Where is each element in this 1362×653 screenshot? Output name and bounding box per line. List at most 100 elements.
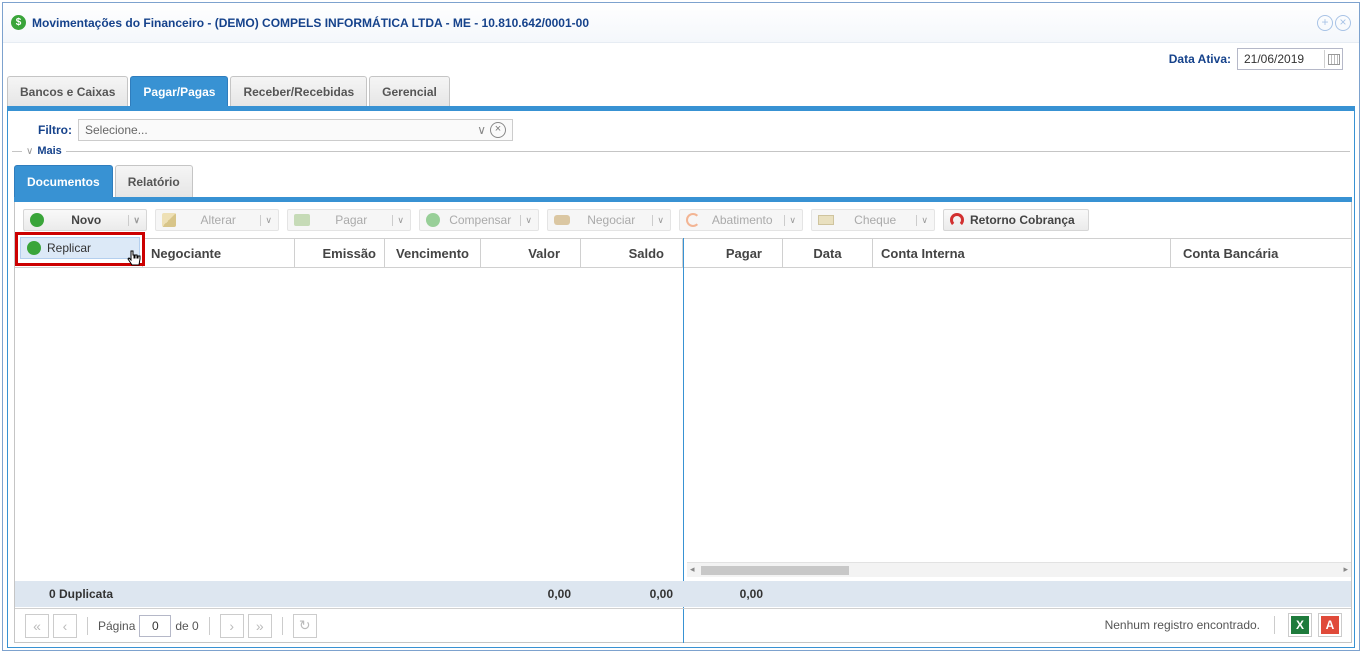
page-label: Página [98,618,136,633]
scroll-right-icon[interactable]: ▸ [1343,564,1348,575]
pager-right: Nenhum registro encontrado. X A [1104,613,1342,637]
retorno-cobranca-label: Retorno Cobrança [970,213,1075,227]
summary-count: 0 Duplicata [49,587,114,601]
pagar-panel: Filtro: Selecione... ∨ × ∨ Mais Document… [7,111,1355,648]
last-page-icon[interactable]: » [247,613,272,638]
chevron-down-icon[interactable]: ∨ [477,123,486,137]
chevron-down-icon: ∨ [26,145,34,157]
summary-row: 0 Duplicata 0,00 0,00 0,00 [15,581,1351,607]
prev-page-icon[interactable]: ‹ [53,613,77,638]
abatimento-button[interactable]: Abatimento ∨ [679,209,803,231]
main-tabs: Bancos e Caixas Pagar/Pagas Receber/Rece… [7,76,450,106]
tab-receber-recebidas[interactable]: Receber/Recebidas [230,76,368,106]
column-conta-bancaria[interactable]: Conta Bancária [1171,239,1341,267]
hand-cursor-icon [127,250,141,266]
column-emissao[interactable]: Emissão [295,239,385,267]
retorno-cobranca-button[interactable]: Retorno Cobrança [943,209,1089,231]
add-icon [30,213,44,227]
tab-gerencial[interactable]: Gerencial [369,76,450,106]
grid-toolbar: Novo ∨ Alterar ∨ Pagar ∨ Compensar ∨ Neg… [15,202,1351,238]
novo-label: Novo [71,213,102,227]
chevron-down-icon[interactable]: ∨ [260,214,272,226]
dollar-icon: $ [11,15,26,30]
calendar-icon[interactable] [1324,50,1342,68]
pager-status: Nenhum registro encontrado. [1104,618,1260,632]
active-date-label: Data Ativa: [1168,52,1231,66]
alterar-label: Alterar [200,213,236,227]
alterar-button[interactable]: Alterar ∨ [155,209,279,231]
refresh-icon [686,213,700,227]
column-vencimento[interactable]: Vencimento [385,239,481,267]
chevron-down-icon[interactable]: ∨ [784,214,796,226]
compensar-button[interactable]: Compensar ∨ [419,209,539,231]
tab-bancos-caixas[interactable]: Bancos e Caixas [7,76,129,106]
compensar-label: Compensar [449,213,512,227]
pagar-button[interactable]: Pagar ∨ [287,209,411,231]
page-count: de 0 [175,618,199,633]
filter-placeholder: Selecione... [85,123,148,137]
first-page-icon[interactable]: « [25,613,49,638]
divider [208,616,210,635]
negociar-button[interactable]: Negociar ∨ [547,209,671,231]
pencil-icon [162,213,176,227]
divider [281,616,283,635]
window-title: Movimentações do Financeiro - (DEMO) COM… [32,15,589,30]
documents-grid: Novo ∨ Alterar ∨ Pagar ∨ Compensar ∨ Neg… [14,202,1352,643]
close-icon[interactable]: × [1335,15,1351,31]
divider [12,150,22,152]
cheque-icon [818,215,834,225]
divider [87,616,88,635]
summary-pagar: 0,00 [739,587,763,601]
column-pagar[interactable]: Pagar [683,239,783,267]
column-conta-interna[interactable]: Conta Interna [873,239,1171,267]
chevron-down-icon[interactable]: ∨ [652,214,664,226]
divider [1274,616,1275,634]
chevron-down-icon[interactable]: ∨ [392,214,404,226]
replicar-label: Replicar [47,241,92,255]
active-date-value: 21/06/2019 [1244,52,1305,66]
active-date-field[interactable]: 21/06/2019 [1237,48,1343,70]
excel-export-icon[interactable]: X [1288,613,1312,637]
financial-window: $ Movimentações do Financeiro - (DEMO) C… [2,2,1360,651]
cheque-button[interactable]: Cheque ∨ [811,209,935,231]
money-icon [294,214,310,226]
summary-saldo: 0,00 [649,587,673,601]
menu-item-replicar[interactable]: Replicar [20,237,140,259]
chevron-down-icon[interactable]: ∨ [128,214,140,226]
mais-label: Mais [37,145,62,157]
column-data[interactable]: Data [783,239,873,267]
tab-documentos[interactable]: Documentos [14,165,113,197]
filter-label: Filtro: [38,123,72,137]
column-valor[interactable]: Valor [481,239,581,267]
chevron-down-icon[interactable]: ∨ [916,214,928,226]
abatimento-label: Abatimento [711,213,773,227]
pagination-toolbar: « ‹ Página 0 de 0 › » ↻ Nenhum registro … [15,608,1351,642]
column-saldo[interactable]: Saldo [581,239,683,267]
pdf-export-icon[interactable]: A [1318,613,1342,637]
scroll-left-icon[interactable]: ◂ [690,564,695,575]
pagar-label: Pagar [335,213,368,227]
scrollbar-thumb[interactable] [701,566,849,575]
active-date: Data Ativa: 21/06/2019 [1169,48,1343,70]
refresh-icon[interactable]: ↻ [292,613,317,638]
undo-icon [950,213,964,227]
novo-button[interactable]: Novo ∨ [23,209,147,231]
horizontal-scrollbar[interactable]: ◂ ▸ [687,562,1351,577]
clear-icon[interactable]: × [490,122,506,138]
filter-row: Filtro: Selecione... ∨ × [38,119,513,141]
tab-relatorio[interactable]: Relatório [114,165,193,197]
column-negociante[interactable]: Negociante [143,239,295,267]
novo-dropdown-menu: Replicar [15,232,145,266]
tab-pagar-pagas[interactable]: Pagar/Pagas [130,76,229,106]
next-page-icon[interactable]: › [219,613,244,638]
dollar-icon [426,213,440,227]
maximize-icon[interactable]: + [1317,15,1333,31]
divider [65,150,1350,152]
add-icon [27,241,41,255]
filter-combo[interactable]: Selecione... ∨ × [78,119,513,141]
page-input[interactable]: 0 [139,614,172,637]
summary-valor: 0,00 [547,587,571,601]
handshake-icon [554,215,570,225]
mais-toggle[interactable]: ∨ Mais [12,144,1350,158]
chevron-down-icon[interactable]: ∨ [520,214,532,226]
